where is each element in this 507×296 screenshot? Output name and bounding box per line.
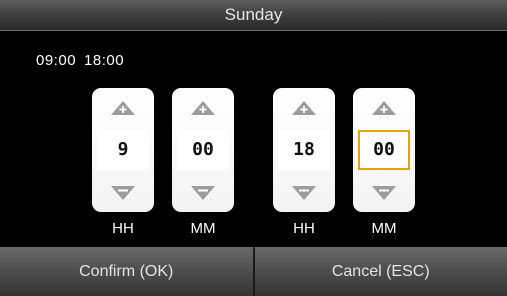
unit-label-mm: MM [371,220,397,237]
start-time: 09:00 [36,52,77,69]
confirm-button[interactable]: Confirm (OK) [0,247,253,296]
end-minute-spinner[interactable]: 00 [353,88,415,212]
spinner-value[interactable]: 00 [177,130,229,170]
spinner-value-focused[interactable]: 00 [358,130,410,170]
spinner-value[interactable]: 18 [278,130,330,170]
arrow-up-icon[interactable] [273,88,335,128]
unit-label-hh: HH [112,220,134,237]
spinner-value[interactable]: 9 [97,130,149,170]
page-title: Sunday [224,5,283,24]
arrow-down-icon[interactable] [92,172,154,212]
unit-label-mm: MM [190,220,216,237]
cancel-button[interactable]: Cancel (ESC) [254,247,507,296]
arrow-down-icon[interactable] [353,172,415,212]
title-bar: Sunday [0,0,507,31]
time-period-editor: Sunday 09:00 18:00 9 00 18 00 HH MM HH M… [0,0,507,296]
start-minute-spinner[interactable]: 00 [172,88,234,212]
start-hour-spinner[interactable]: 9 [92,88,154,212]
end-hour-spinner[interactable]: 18 [273,88,335,212]
arrow-up-icon[interactable] [172,88,234,128]
arrow-down-icon[interactable] [273,172,335,212]
end-time: 18:00 [84,52,125,69]
arrow-up-icon[interactable] [92,88,154,128]
arrow-up-icon[interactable] [353,88,415,128]
action-bar: Confirm (OK) Cancel (ESC) [0,247,507,296]
unit-label-hh: HH [293,220,315,237]
arrow-down-icon[interactable] [172,172,234,212]
time-range-summary: 09:00 18:00 [36,52,132,69]
